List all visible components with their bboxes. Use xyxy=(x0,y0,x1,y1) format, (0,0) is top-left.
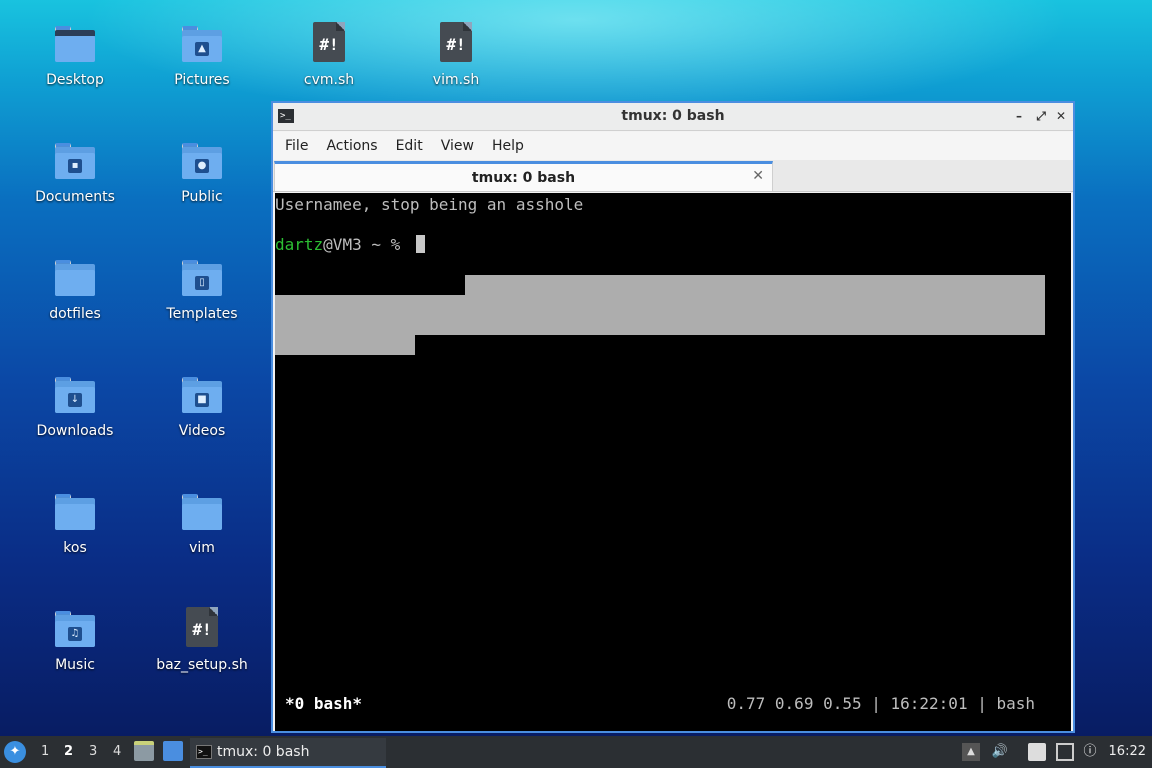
desktop-icon-vim-sh[interactable]: #! vim.sh xyxy=(401,0,511,100)
documents-folder-icon: ▪ xyxy=(53,139,97,183)
window-titlebar[interactable]: >_ tmux: 0 bash – ⤢ ✕ xyxy=(273,103,1073,131)
desktop-icon-label: vim.sh xyxy=(432,72,480,88)
tab-close-icon[interactable]: ✕ xyxy=(752,168,764,184)
close-button[interactable]: ✕ xyxy=(1052,107,1070,125)
redaction-block xyxy=(275,295,1045,335)
desktop-icon-downloads[interactable]: ↓ Downloads xyxy=(20,351,130,451)
desktop-icon-baz-setup-sh[interactable]: #! baz_setup.sh xyxy=(147,585,257,685)
desktop-icon-label: baz_setup.sh xyxy=(156,657,248,673)
menu-actions[interactable]: Actions xyxy=(318,134,385,158)
minimize-button[interactable]: – xyxy=(1010,107,1028,125)
desktop-icon-kos[interactable]: kos xyxy=(20,468,130,568)
templates-folder-icon: ▯ xyxy=(180,256,224,300)
maximize-button[interactable]: ⤢ xyxy=(1032,107,1050,125)
desktop-icon-label: Documents xyxy=(35,189,115,205)
shell-script-icon: #! xyxy=(434,22,478,66)
volume-icon[interactable]: 🔊 xyxy=(991,743,1009,761)
workspace-3[interactable]: 3 xyxy=(89,744,97,759)
menu-file[interactable]: File xyxy=(277,134,316,158)
desktop-icon-desktop[interactable]: Desktop xyxy=(20,0,130,100)
desktop-icon-public[interactable]: ● Public xyxy=(147,117,257,217)
terminal-window[interactable]: >_ tmux: 0 bash – ⤢ ✕ File Actions Edit … xyxy=(271,101,1075,733)
notification-icon[interactable]: ⓘ xyxy=(1081,743,1099,761)
show-desktop-icon[interactable] xyxy=(163,741,183,761)
videos-folder-icon: ■ xyxy=(180,373,224,417)
terminal-area[interactable]: Usernamee, stop being an asshole dartz@V… xyxy=(275,193,1071,731)
tmux-status-window: *0 bash* xyxy=(285,694,363,713)
desktop-icon-label: dotfiles xyxy=(49,306,101,322)
shell-script-icon: #! xyxy=(307,22,351,66)
tab-bar: tmux: 0 bash ✕ xyxy=(273,160,1073,192)
redaction-block xyxy=(465,275,1045,295)
desktop-icon-pictures[interactable]: ▲ Pictures xyxy=(147,0,257,100)
desktop-icon-vim[interactable]: vim xyxy=(147,468,257,568)
desktop-icon-documents[interactable]: ▪ Documents xyxy=(20,117,130,217)
desktop-icon-label: Pictures xyxy=(174,72,230,88)
desktop-icon-label: Music xyxy=(55,657,95,673)
music-folder-icon: ♫ xyxy=(53,607,97,651)
text-cursor xyxy=(415,235,425,253)
start-menu-icon[interactable]: ✦ xyxy=(4,741,26,763)
desktop-icon-label: Videos xyxy=(178,423,226,439)
terminal-app-icon: >_ xyxy=(196,745,212,759)
menubar: File Actions Edit View Help xyxy=(273,132,1073,160)
desktop-folder-icon xyxy=(53,22,97,66)
desktop-icon-label: Downloads xyxy=(36,423,114,439)
desktop-icon-music[interactable]: ♫ Music xyxy=(20,585,130,685)
desktop-icon-label: kos xyxy=(63,540,87,556)
tab-label: tmux: 0 bash xyxy=(471,170,576,186)
menu-help[interactable]: Help xyxy=(484,134,532,158)
folder-icon xyxy=(180,490,224,534)
clock[interactable]: 16:22 xyxy=(1109,744,1146,759)
redaction-block xyxy=(275,335,415,355)
desktop-icon-label: vim xyxy=(189,540,215,556)
prompt-user: dartz xyxy=(275,235,324,254)
workspace-2[interactable]: 2 xyxy=(64,744,73,759)
tray-expand-icon[interactable]: ▲ xyxy=(962,743,980,761)
downloads-folder-icon: ↓ xyxy=(53,373,97,417)
desktop-icon-label: Desktop xyxy=(46,72,104,88)
desktop-icon-dotfiles[interactable]: dotfiles xyxy=(20,234,130,334)
taskbar-item-label: tmux: 0 bash xyxy=(217,744,310,760)
shell-script-icon: #! xyxy=(180,607,224,651)
menu-edit[interactable]: Edit xyxy=(388,134,431,158)
folder-icon xyxy=(53,490,97,534)
public-folder-icon: ● xyxy=(180,139,224,183)
tab-tmux-bash[interactable]: tmux: 0 bash ✕ xyxy=(274,161,773,191)
terminal-prompt: dartz@VM3 ~ % xyxy=(275,235,425,255)
workspace-4[interactable]: 4 xyxy=(113,744,121,759)
file-manager-icon[interactable] xyxy=(134,741,154,761)
desktop-icon-label: Templates xyxy=(166,306,238,322)
folder-icon xyxy=(53,256,97,300)
terminal-output-line: Usernamee, stop being an asshole xyxy=(275,195,584,214)
network-icon[interactable] xyxy=(1056,743,1074,761)
taskbar: ✦ 1 2 3 4 >_ tmux: 0 bash ▲ 🔊 ⓘ 16:22 xyxy=(0,736,1152,768)
desktop-icon-label: Public xyxy=(181,189,223,205)
clipboard-icon[interactable] xyxy=(1028,743,1046,761)
window-title: tmux: 0 bash xyxy=(621,108,725,124)
desktop-icon-label: cvm.sh xyxy=(303,72,355,88)
menu-view[interactable]: View xyxy=(433,134,482,158)
prompt-host-path: @VM3 ~ % xyxy=(323,235,410,254)
desktop-icon-cvm-sh[interactable]: #! cvm.sh xyxy=(274,0,384,100)
tmux-status-info: 0.77 0.69 0.55 | 16:22:01 | bash xyxy=(726,694,1035,713)
desktop-icon-templates[interactable]: ▯ Templates xyxy=(147,234,257,334)
desktop-icon-videos[interactable]: ■ Videos xyxy=(147,351,257,451)
taskbar-item-terminal[interactable]: >_ tmux: 0 bash xyxy=(190,738,386,768)
pictures-folder-icon: ▲ xyxy=(180,22,224,66)
workspace-1[interactable]: 1 xyxy=(41,744,49,759)
